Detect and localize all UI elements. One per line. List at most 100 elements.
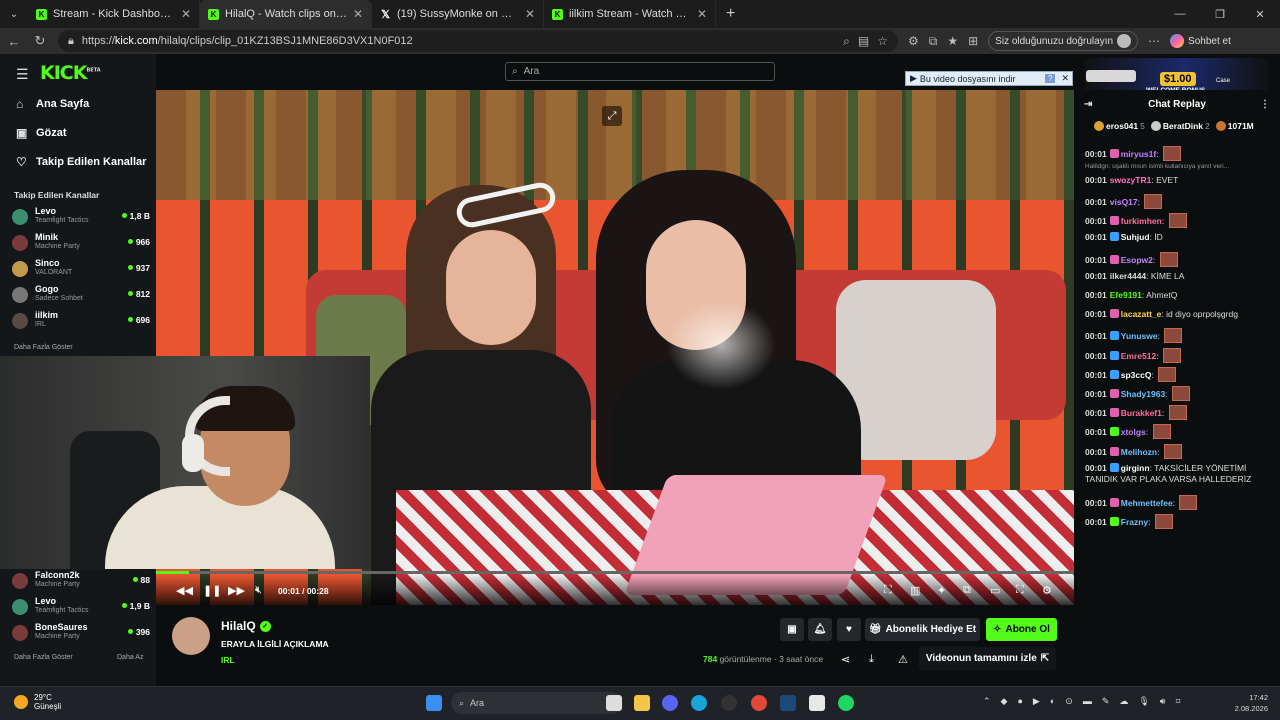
- chat-message[interactable]: 00:01 Burakkef1:: [1085, 405, 1275, 420]
- nav-following[interactable]: ♡ Takip Edilen Kanallar: [16, 155, 146, 169]
- watch-full-video-button[interactable]: Videonun tamamını izle ⇱: [919, 647, 1056, 670]
- pause-icon[interactable]: ❚❚: [203, 584, 221, 597]
- obs-icon[interactable]: [721, 695, 737, 711]
- sidebar-channel-minik[interactable]: Minik Machine Party 966: [12, 231, 150, 255]
- tray-app-icon[interactable]: ▬: [1083, 696, 1092, 707]
- hamburger-menu-icon[interactable]: ☰: [16, 66, 29, 83]
- chat-message[interactable]: 00:01 girginn: TAKSİCİLER YÖNETİMİ TANIDI…: [1085, 463, 1275, 485]
- collapse-chat-icon[interactable]: ⇥: [1084, 99, 1092, 110]
- chat-message[interactable]: 00:01 sp3ccQ:: [1085, 367, 1275, 382]
- chat-username[interactable]: lacazatt_e: [1121, 309, 1162, 319]
- settings-icon[interactable]: ⚙: [1042, 584, 1052, 597]
- tray-app-icon[interactable]: ☁: [1119, 696, 1128, 707]
- chat-message[interactable]: 00:01 Emre512:: [1085, 348, 1275, 363]
- rewind-icon[interactable]: ◀◀: [176, 584, 193, 597]
- chat-username[interactable]: Emre512: [1121, 351, 1156, 361]
- chat-message[interactable]: 00:01 Suhjud: İD: [1085, 232, 1275, 243]
- close-icon[interactable]: ✕: [353, 7, 363, 21]
- tab-iilkim-stream[interactable]: K iilkim Stream - Watch Live on Kick ✕: [544, 0, 716, 28]
- pip-icon[interactable]: ⧉: [963, 584, 971, 597]
- chat-message[interactable]: 00:01 Mehmettefee:: [1085, 495, 1275, 510]
- chat-message[interactable]: 00:01 miryus1f:: [1085, 146, 1275, 161]
- chat-message[interactable]: 00:01 furkimhen:: [1085, 213, 1275, 228]
- close-icon[interactable]: ✕: [525, 7, 535, 21]
- chat-username[interactable]: Suhjud: [1121, 232, 1150, 242]
- top-gifter[interactable]: BeratDink 2: [1150, 121, 1210, 131]
- microphone-icon[interactable]: 🎙︎: [1138, 696, 1149, 707]
- streamer-name[interactable]: HilalQ ✓: [221, 619, 271, 633]
- back-icon[interactable]: ←: [6, 34, 22, 49]
- discord-icon[interactable]: [662, 695, 678, 711]
- chat-message[interactable]: 00:01 ilker4444: KİME LA: [1085, 271, 1275, 282]
- task-view-icon[interactable]: [606, 695, 622, 711]
- chapters-icon[interactable]: ▥: [910, 584, 920, 597]
- chat-username[interactable]: Mehmettefee: [1121, 498, 1173, 508]
- tray-app-icon[interactable]: ⊙: [1065, 696, 1073, 707]
- sparkle-icon[interactable]: ✦: [937, 584, 946, 597]
- favorite-star-icon[interactable]: ☆: [877, 34, 888, 48]
- steam-icon[interactable]: [780, 695, 796, 711]
- share-icon[interactable]: ⋖: [841, 653, 850, 666]
- chat-username[interactable]: miryus1f: [1121, 149, 1156, 159]
- subscribe-button[interactable]: ✧ Abone Ol: [986, 618, 1057, 641]
- url-field[interactable]: 🔒︎ https://kick.com/hilalq/clips/clip_01…: [58, 30, 898, 52]
- zoom-icon[interactable]: ⌕: [843, 34, 850, 49]
- chat-username[interactable]: sp3ccQ: [1121, 370, 1152, 380]
- nav-browse[interactable]: ▣ Gözat: [16, 126, 67, 140]
- minimize-icon[interactable]: —: [1160, 0, 1200, 28]
- notepad-icon[interactable]: [809, 695, 825, 711]
- clip-button[interactable]: ▣: [780, 618, 804, 641]
- chat-username[interactable]: Melihozn: [1121, 447, 1157, 457]
- tab-hilalq-clips[interactable]: K HilalQ - Watch clips on Kick ✕: [200, 0, 372, 28]
- copilot-button[interactable]: Sohbet et: [1170, 34, 1231, 48]
- chat-username[interactable]: furkimhen: [1121, 216, 1162, 226]
- sidebar-channel-sinco[interactable]: Sinco VALORANT 937: [12, 257, 150, 281]
- chat-username[interactable]: Frazny: [1121, 517, 1148, 527]
- maximize-icon[interactable]: ❐: [1200, 0, 1240, 28]
- volume-icon[interactable]: 🔊︎: [1160, 696, 1166, 707]
- chat-username[interactable]: girginn: [1121, 463, 1150, 473]
- spotify-icon[interactable]: [838, 695, 854, 711]
- taskbar-search[interactable]: ⌕ Ara: [451, 692, 623, 714]
- chat-message[interactable]: 00:01 Melihozn:: [1085, 444, 1275, 459]
- clip-icon[interactable]: ⛶: [884, 584, 892, 597]
- refresh-icon[interactable]: ↻: [32, 33, 48, 49]
- theater-icon[interactable]: ▭: [990, 584, 1000, 597]
- close-icon[interactable]: ✕: [697, 7, 707, 21]
- network-icon[interactable]: ⌗: [1175, 696, 1180, 707]
- top-gifter[interactable]: eros041 5: [1094, 121, 1145, 131]
- start-icon[interactable]: [426, 695, 442, 711]
- collections-icon[interactable]: ⊞: [968, 34, 978, 48]
- chat-username[interactable]: Shady1963: [1121, 389, 1165, 399]
- stream-category[interactable]: IRL: [221, 655, 235, 665]
- chat-message[interactable]: 00:01 lacazatt_e: id diyo oprpolşgrdg: [1085, 309, 1275, 320]
- chevron-up-icon[interactable]: ⌃: [983, 696, 991, 707]
- extensions-icon[interactable]: ⚙: [908, 34, 919, 48]
- kick-logo[interactable]: KICKBETA: [40, 62, 101, 84]
- file-explorer-icon[interactable]: [634, 695, 650, 711]
- tray-app-icon[interactable]: ◐: [1050, 696, 1055, 707]
- close-icon[interactable]: ✕: [181, 7, 191, 21]
- taskbar-clock[interactable]: 17:42 2.08.2026: [1235, 692, 1268, 714]
- chat-username[interactable]: Efe9191: [1110, 290, 1142, 300]
- tab-actions-icon[interactable]: ⌄: [0, 0, 28, 28]
- download-video-bar[interactable]: ▶ Bu video dosyasını indir ? ✕: [905, 71, 1073, 86]
- chat-message[interactable]: 00:01 Yunuswe:: [1085, 328, 1275, 343]
- streamer-avatar[interactable]: [172, 617, 210, 655]
- chat-message[interactable]: 00:01 xtolgs:: [1085, 424, 1275, 439]
- more-menu-icon[interactable]: ⋯: [1148, 34, 1160, 48]
- fullscreen-icon[interactable]: ⛶: [1016, 584, 1024, 597]
- chat-menu-icon[interactable]: ⋮: [1260, 99, 1270, 110]
- chat-username[interactable]: Esopw2: [1121, 255, 1153, 265]
- window-close-icon[interactable]: ✕: [1240, 0, 1280, 28]
- help-icon[interactable]: ?: [1045, 74, 1056, 83]
- signin-button[interactable]: Siz olduğunuzu doğrulayın: [988, 31, 1139, 51]
- favorites-icon[interactable]: ★: [947, 34, 958, 48]
- chat-message[interactable]: 00:01 Esopw2:: [1085, 252, 1275, 267]
- top-gifter[interactable]: 1071M: [1215, 121, 1254, 131]
- tab-kick-dashboard[interactable]: K Stream - Kick Dashboard ✕: [28, 0, 200, 28]
- report-icon[interactable]: ⚠: [898, 653, 908, 666]
- reader-icon[interactable]: ▤: [858, 34, 869, 48]
- chat-username[interactable]: Yunuswe: [1121, 331, 1158, 341]
- show-less-link[interactable]: Daha Az: [117, 654, 143, 661]
